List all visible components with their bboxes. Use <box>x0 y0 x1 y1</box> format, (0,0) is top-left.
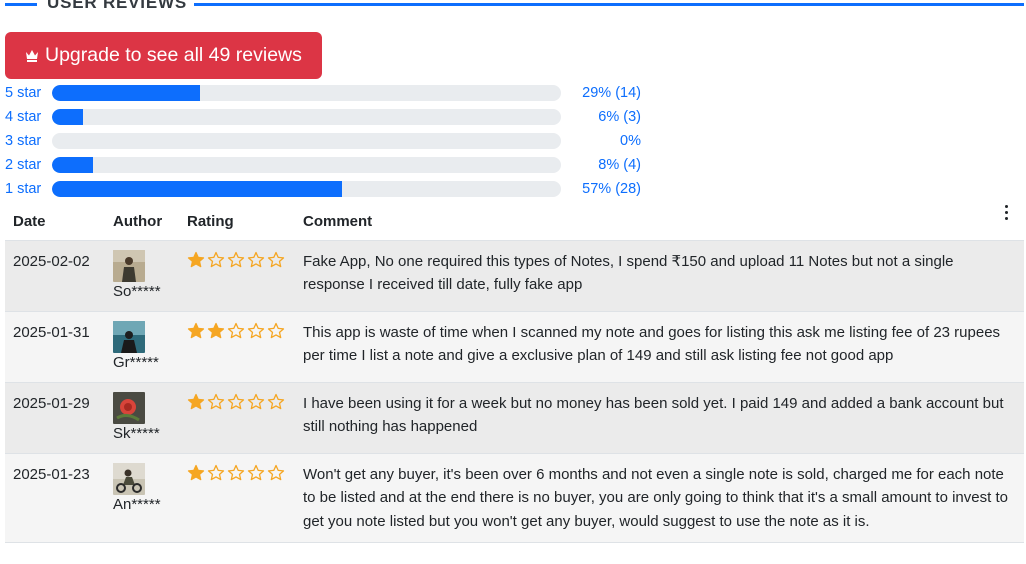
avatar <box>113 391 145 424</box>
distribution-row-3: 3 star 0% <box>5 130 665 154</box>
upgrade-button-label: Upgrade to see all 49 reviews <box>45 44 302 66</box>
star-empty-icon <box>247 322 265 338</box>
menu-dot <box>1004 204 1008 208</box>
distribution-percent: 0% <box>620 133 641 149</box>
distribution-bar-fill <box>52 181 343 197</box>
review-rating <box>179 453 295 543</box>
avatar <box>113 462 145 495</box>
avatar <box>113 320 145 353</box>
distribution-label[interactable]: 1 star <box>5 181 41 197</box>
distribution-label[interactable]: 3 star <box>5 133 41 149</box>
star-empty-icon <box>247 251 265 267</box>
distribution-row-4: 4 star 6% (3) <box>5 106 665 130</box>
distribution-percent: 57% (28) <box>582 181 641 197</box>
distribution-row-1: 1 star 57% (28) <box>5 178 665 202</box>
section-header: USER REVIEWS <box>0 0 1026 15</box>
distribution-label[interactable]: 5 star <box>5 85 41 101</box>
author-name: An***** <box>113 495 161 513</box>
review-rating <box>179 240 295 312</box>
table-row: 2025-01-31 Gr***** This app is waste of … <box>5 311 1024 383</box>
review-comment: Won't get any buyer, it's been over 6 mo… <box>295 453 1024 543</box>
review-author: So***** <box>105 240 179 312</box>
star-filled-icon <box>187 464 205 480</box>
table-row: 2025-02-02 So***** Fake App, No one requ… <box>5 240 1024 312</box>
star-empty-icon <box>267 393 285 409</box>
distribution-bar-track <box>52 133 561 149</box>
star-empty-icon <box>207 393 225 409</box>
star-filled-icon <box>207 322 225 338</box>
review-rating <box>179 382 295 454</box>
star-filled-icon <box>187 393 205 409</box>
star-rating <box>187 392 287 411</box>
review-date: 2025-01-23 <box>5 453 105 543</box>
distribution-bar-fill <box>52 109 83 125</box>
star-rating <box>187 463 287 482</box>
star-empty-icon <box>227 393 245 409</box>
distribution-label[interactable]: 4 star <box>5 109 41 125</box>
review-author: Sk***** <box>105 382 179 454</box>
distribution-bar-fill <box>52 157 93 173</box>
review-author: Gr***** <box>105 311 179 383</box>
distribution-bar-track <box>52 85 561 101</box>
star-empty-icon <box>207 464 225 480</box>
star-filled-icon <box>187 322 205 338</box>
column-header-rating[interactable]: Rating <box>179 203 295 241</box>
author-name: Sk***** <box>113 424 160 442</box>
review-date: 2025-01-31 <box>5 311 105 383</box>
author-name: Gr***** <box>113 353 159 371</box>
column-header-author[interactable]: Author <box>105 203 179 241</box>
table-row: 2025-01-23 An***** Won't get any buyer, … <box>5 453 1024 543</box>
distribution-bar-track <box>52 181 561 197</box>
review-rating <box>179 311 295 383</box>
review-date: 2025-01-29 <box>5 382 105 454</box>
star-empty-icon <box>267 251 285 267</box>
star-empty-icon <box>227 322 245 338</box>
distribution-percent: 6% (3) <box>598 109 641 125</box>
section-title: USER REVIEWS <box>47 0 187 12</box>
review-date: 2025-02-02 <box>5 240 105 312</box>
review-comment: This app is waste of time when I scanned… <box>295 311 1024 383</box>
star-empty-icon <box>247 464 265 480</box>
column-header-date[interactable]: Date <box>5 203 105 241</box>
upgrade-button[interactable]: Upgrade to see all 49 reviews <box>5 32 322 79</box>
star-empty-icon <box>267 464 285 480</box>
review-comment: Fake App, No one required this types of … <box>295 240 1024 312</box>
star-filled-icon <box>187 251 205 267</box>
star-empty-icon <box>267 322 285 338</box>
distribution-row-2: 2 star 8% (4) <box>5 154 665 178</box>
rating-distribution: 5 star 29% (14) 4 star 6% (3) 3 star 0% … <box>5 82 665 202</box>
star-empty-icon <box>247 393 265 409</box>
menu-dot <box>1004 210 1008 214</box>
reviews-table: Date Author Rating Comment 2025-02-02 So… <box>5 203 1024 543</box>
column-header-comment[interactable]: Comment <box>295 203 1024 241</box>
kebab-menu-icon[interactable] <box>998 203 1014 221</box>
table-row: 2025-01-29 Sk***** I have been using it … <box>5 382 1024 454</box>
review-comment: I have been using it for a week but no m… <box>295 382 1024 454</box>
distribution-percent: 29% (14) <box>582 85 641 101</box>
header-rule-left <box>5 3 37 6</box>
star-empty-icon <box>227 464 245 480</box>
distribution-row-5: 5 star 29% (14) <box>5 82 665 106</box>
menu-dot <box>1004 216 1008 220</box>
header-rule-right <box>194 3 1024 6</box>
author-name: So***** <box>113 282 161 300</box>
star-empty-icon <box>207 251 225 267</box>
distribution-percent: 8% (4) <box>598 157 641 173</box>
distribution-bar-track <box>52 109 561 125</box>
distribution-label[interactable]: 2 star <box>5 157 41 173</box>
star-rating <box>187 250 287 269</box>
table-header-row: Date Author Rating Comment <box>5 203 1024 241</box>
crown-icon <box>26 50 38 62</box>
distribution-bar-fill <box>52 85 200 101</box>
star-rating <box>187 321 287 340</box>
avatar <box>113 249 145 282</box>
star-empty-icon <box>227 251 245 267</box>
distribution-bar-track <box>52 157 561 173</box>
review-author: An***** <box>105 453 179 543</box>
